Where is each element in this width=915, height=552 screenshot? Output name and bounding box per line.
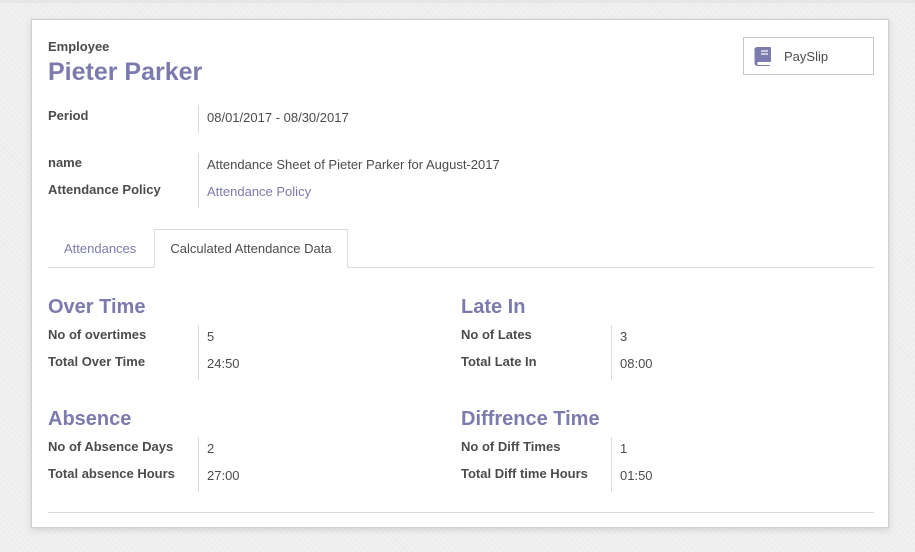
field-divider [611, 437, 612, 492]
period-value: 08/01/2017 - 08/30/2017 [207, 110, 349, 125]
section-title-diffrence-time: Diffrence Time [461, 408, 600, 430]
no-of-diff-times-label: No of Diff Times [461, 439, 561, 454]
section-title-over-time: Over Time [48, 296, 146, 318]
no-of-diff-times-value: 1 [620, 441, 628, 456]
tab-attendances[interactable]: Attendances [64, 241, 136, 256]
attendance-policy-link[interactable]: Attendance Policy [207, 184, 311, 199]
payslip-button-label: PaySlip [784, 48, 829, 64]
field-divider [611, 325, 612, 380]
total-over-time-label: Total Over Time [48, 354, 146, 369]
total-over-time-value: 24:50 [207, 356, 240, 371]
attendance-policy-label: Attendance Policy [48, 182, 161, 197]
field-divider [198, 325, 199, 380]
field-divider [198, 153, 199, 208]
no-of-absence-days-label: No of Absence Days [48, 439, 174, 454]
name-label: name [48, 155, 82, 170]
no-of-overtimes-label: No of overtimes [48, 327, 147, 342]
total-late-in-label: Total Late In [461, 354, 537, 369]
attendance-sheet-form: Employee Pieter Parker PaySlip Period 08… [31, 19, 889, 528]
total-diff-time-hours-label: Total Diff time Hours [461, 466, 588, 481]
no-of-overtimes-value: 5 [207, 329, 215, 344]
employee-name: Pieter Parker [48, 58, 203, 86]
bottom-divider [48, 512, 874, 513]
employee-label: Employee [48, 39, 110, 54]
total-diff-time-hours-value: 01:50 [620, 468, 653, 483]
no-of-lates-label: No of Lates [461, 327, 532, 342]
section-title-absence: Absence [48, 408, 132, 430]
field-divider [198, 437, 199, 492]
tab-calculated-attendance-data-label: Calculated Attendance Data [170, 241, 332, 256]
period-label: Period [48, 108, 89, 123]
total-absence-hours-label: Total absence Hours [48, 466, 175, 481]
total-absence-hours-value: 27:00 [207, 468, 240, 483]
name-value: Attendance Sheet of Pieter Parker for Au… [207, 157, 500, 172]
tab-calculated-attendance-data[interactable]: Calculated Attendance Data [154, 229, 348, 268]
no-of-lates-value: 3 [620, 329, 628, 344]
book-icon [752, 45, 774, 67]
payslip-button[interactable]: PaySlip [743, 37, 874, 75]
section-title-late-in: Late In [461, 296, 526, 318]
top-bar [0, 0, 915, 3]
total-late-in-value: 08:00 [620, 356, 653, 371]
no-of-absence-days-value: 2 [207, 441, 215, 456]
field-divider [198, 105, 199, 133]
